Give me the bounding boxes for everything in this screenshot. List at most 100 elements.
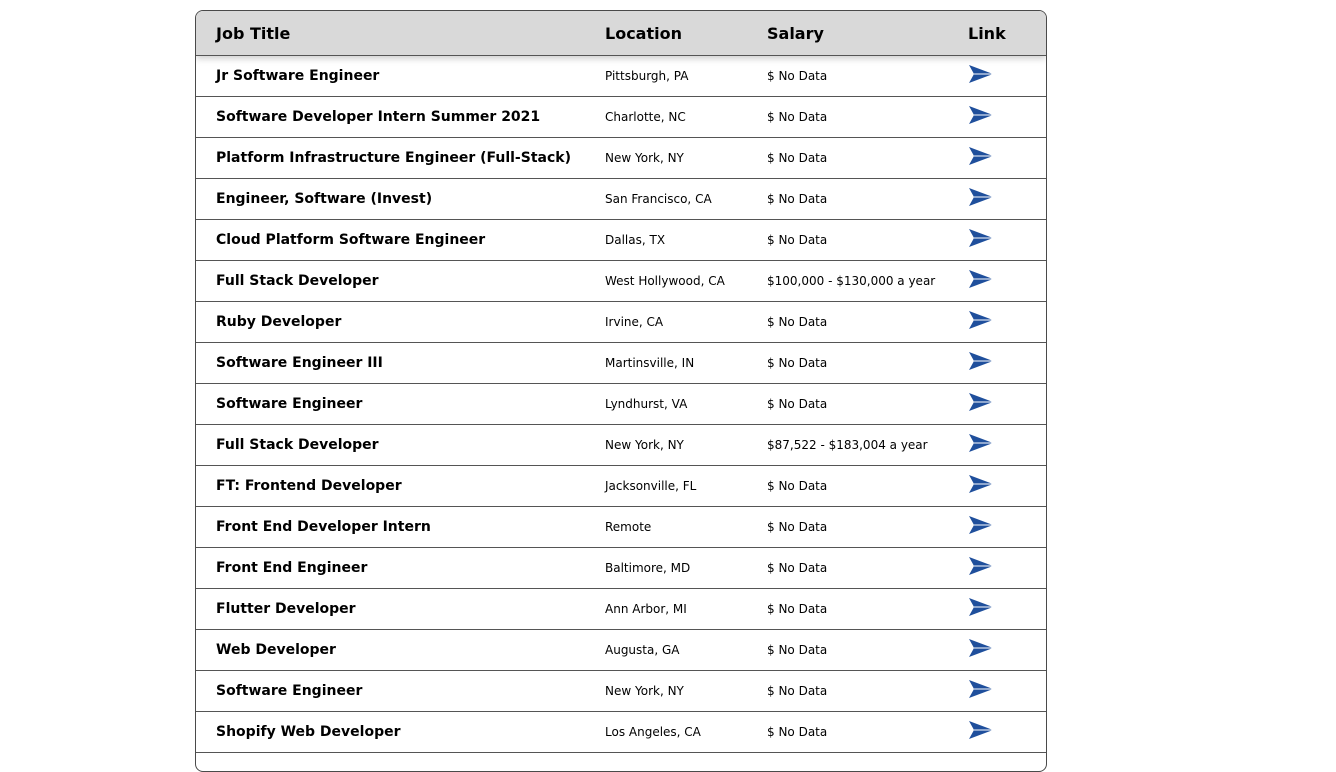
salary-cell: $100,000 - $130,000 a year [767, 274, 936, 288]
job-title-cell: Platform Infrastructure Engineer (Full-S… [216, 150, 571, 166]
send-arrow-icon[interactable] [969, 516, 993, 534]
job-title-cell: Software Engineer [216, 683, 363, 699]
job-title-cell: Full Stack Developer [216, 273, 379, 289]
send-arrow-icon[interactable] [969, 557, 993, 575]
jobs-table: Job Title Location Salary Link Jr Softwa… [195, 10, 1047, 772]
salary-cell: $ No Data [767, 479, 828, 493]
link-cell [968, 557, 1046, 579]
link-cell [968, 475, 1046, 497]
job-title-cell: Jr Software Engineer [216, 68, 380, 84]
location-cell: Charlotte, NC [605, 110, 686, 124]
salary-cell: $ No Data [767, 69, 828, 83]
table-row: Front End Developer Intern Remote $ No Dat… [196, 507, 1046, 548]
send-arrow-icon[interactable] [969, 229, 993, 247]
salary-cell: $ No Data [767, 151, 828, 165]
location-cell: Baltimore, MD [605, 561, 691, 575]
table-body: Jr Software Engineer Pittsburgh, PA $ No D… [196, 56, 1046, 753]
location-cell: New York, NY [605, 151, 684, 165]
table-row: Front End Engineer Baltimore, MD $ No Data [196, 548, 1046, 589]
salary-cell: $ No Data [767, 725, 828, 739]
send-arrow-icon[interactable] [969, 434, 993, 452]
send-arrow-icon[interactable] [969, 721, 993, 739]
table-row: Software Developer Intern Summer 2021 Cha… [196, 97, 1046, 138]
location-cell: Martinsville, IN [605, 356, 695, 370]
job-title-cell: Full Stack Developer [216, 437, 379, 453]
send-arrow-icon[interactable] [969, 65, 993, 83]
send-arrow-icon[interactable] [969, 475, 993, 493]
location-cell: Los Angeles, CA [605, 725, 701, 739]
link-cell [968, 352, 1046, 374]
header-link[interactable]: Link [968, 24, 1046, 43]
table-row: Flutter Developer Ann Arbor, MI $ No Data [196, 589, 1046, 630]
job-title-cell: Software Engineer III [216, 355, 383, 371]
link-cell [968, 639, 1046, 661]
table-row: Full Stack Developer New York, NY $87,522 … [196, 425, 1046, 466]
send-arrow-icon[interactable] [969, 393, 993, 411]
job-title-cell: Web Developer [216, 642, 336, 658]
send-arrow-icon[interactable] [969, 147, 993, 165]
job-title-cell: Flutter Developer [216, 601, 356, 617]
job-title-cell: Software Engineer [216, 396, 363, 412]
link-cell [968, 229, 1046, 251]
link-cell [968, 598, 1046, 620]
table-row: Engineer, Software (Invest) San Francisco… [196, 179, 1046, 220]
table-row: Platform Infrastructure Engineer (Full-S… [196, 138, 1046, 179]
header-salary[interactable]: Salary [767, 24, 968, 43]
send-arrow-icon[interactable] [969, 311, 993, 329]
table-row: Software Engineer III Martinsville, IN $ N… [196, 343, 1046, 384]
salary-cell: $ No Data [767, 643, 828, 657]
location-cell: San Francisco, CA [605, 192, 712, 206]
link-cell [968, 65, 1046, 87]
link-cell [968, 106, 1046, 128]
table-row: Full Stack Developer West Hollywood, CA $1… [196, 261, 1046, 302]
job-title-cell: FT: Frontend Developer [216, 478, 402, 494]
link-cell [968, 721, 1046, 743]
job-title-cell: Shopify Web Developer [216, 724, 401, 740]
location-cell: Remote [605, 520, 652, 534]
location-cell: Pittsburgh, PA [605, 69, 689, 83]
link-cell [968, 393, 1046, 415]
send-arrow-icon[interactable] [969, 639, 993, 657]
send-arrow-icon[interactable] [969, 598, 993, 616]
send-arrow-icon[interactable] [969, 352, 993, 370]
location-cell: New York, NY [605, 684, 684, 698]
salary-cell: $ No Data [767, 397, 828, 411]
location-cell: Irvine, CA [605, 315, 664, 329]
job-title-cell: Software Developer Intern Summer 2021 [216, 109, 541, 125]
send-arrow-icon[interactable] [969, 680, 993, 698]
table-header: Job Title Location Salary Link [196, 11, 1046, 56]
link-cell [968, 311, 1046, 333]
salary-cell: $ No Data [767, 356, 828, 370]
location-cell: Dallas, TX [605, 233, 666, 247]
link-cell [968, 147, 1046, 169]
job-title-cell: Front End Engineer [216, 560, 368, 576]
link-cell [968, 516, 1046, 538]
salary-cell: $87,522 - $183,004 a year [767, 438, 928, 452]
salary-cell: $ No Data [767, 315, 828, 329]
location-cell: Augusta, GA [605, 643, 680, 657]
job-title-cell: Engineer, Software (Invest) [216, 191, 433, 207]
salary-cell: $ No Data [767, 192, 828, 206]
salary-cell: $ No Data [767, 520, 828, 534]
table-row: Web Developer Augusta, GA $ No Data [196, 630, 1046, 671]
send-arrow-icon[interactable] [969, 188, 993, 206]
location-cell: Lyndhurst, VA [605, 397, 688, 411]
salary-cell: $ No Data [767, 602, 828, 616]
table-row: Ruby Developer Irvine, CA $ No Data [196, 302, 1046, 343]
table-row: Jr Software Engineer Pittsburgh, PA $ No D… [196, 56, 1046, 97]
location-cell: Ann Arbor, MI [605, 602, 687, 616]
salary-cell: $ No Data [767, 561, 828, 575]
salary-cell: $ No Data [767, 684, 828, 698]
link-cell [968, 270, 1046, 292]
location-cell: New York, NY [605, 438, 684, 452]
job-title-cell: Front End Developer Intern [216, 519, 431, 535]
table-row: FT: Frontend Developer Jacksonville, FL $ … [196, 466, 1046, 507]
job-title-cell: Cloud Platform Software Engineer [216, 232, 486, 248]
table-row: Software Engineer New York, NY $ No Data [196, 671, 1046, 712]
salary-cell: $ No Data [767, 233, 828, 247]
location-cell: Jacksonville, FL [605, 479, 697, 493]
header-job-title[interactable]: Job Title [196, 24, 605, 43]
send-arrow-icon[interactable] [969, 270, 993, 288]
send-arrow-icon[interactable] [969, 106, 993, 124]
header-location[interactable]: Location [605, 24, 767, 43]
